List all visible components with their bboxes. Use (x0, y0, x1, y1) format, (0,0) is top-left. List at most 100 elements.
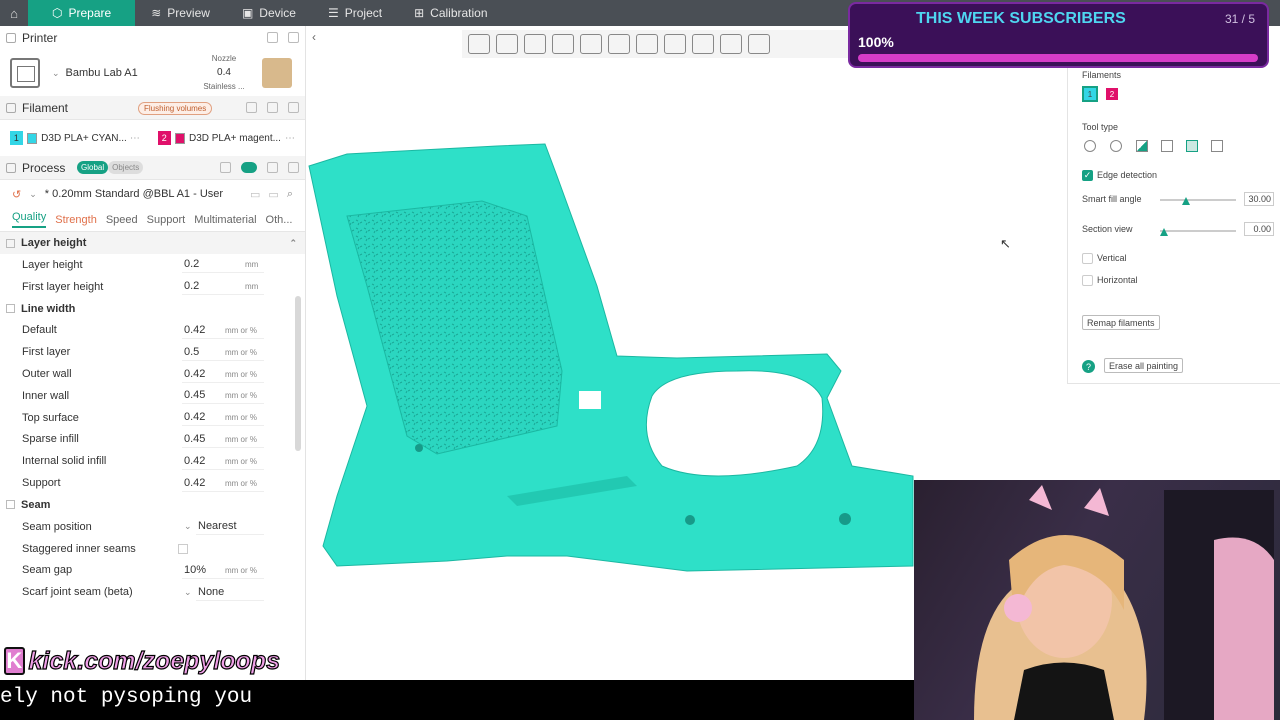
orient-icon[interactable] (524, 34, 546, 54)
printer-selector[interactable]: ⌄ Bambu Lab A1 Nozzle 0.4 Stainless ... (0, 50, 305, 96)
add-object-icon[interactable] (468, 34, 490, 54)
process-settings-icon[interactable] (288, 162, 299, 173)
erase-all-painting-button[interactable]: Erase all painting (1104, 358, 1184, 373)
triangle-brush-icon[interactable] (1136, 140, 1148, 152)
variable-layer-icon[interactable] (636, 34, 658, 54)
rotate-icon[interactable] (748, 34, 770, 54)
refresh-icon[interactable] (267, 32, 278, 43)
build-plate-icon[interactable] (262, 58, 292, 88)
nozzle-selector[interactable]: Nozzle 0.4 Stainless ... (196, 54, 252, 91)
add-plate-icon[interactable] (496, 34, 518, 54)
kick-logo-icon: K (4, 647, 25, 675)
param-seam-position: Seam position ⌄ Nearest (0, 516, 305, 538)
toggle-global[interactable]: Global (77, 161, 109, 174)
advanced-toggle[interactable] (241, 162, 257, 173)
filament-name-2[interactable]: D3D PLA+ magent... (189, 133, 281, 144)
remap-filaments-button[interactable]: Remap filaments (1082, 315, 1160, 330)
save-preset-icon[interactable]: ▭ (250, 188, 260, 201)
circle-brush-icon[interactable] (1084, 140, 1096, 152)
param-label: Default (22, 324, 57, 337)
tab-preview[interactable]: ≋ Preview (135, 0, 226, 26)
filament-more-icon-1[interactable]: ⋯ (130, 133, 140, 144)
param-label: First layer height (22, 280, 104, 293)
edge-detection-checkbox[interactable]: ✓ (1082, 170, 1093, 181)
home-icon[interactable]: ⌂ (0, 0, 28, 26)
tab-support[interactable]: Support (147, 214, 186, 226)
kick-channel-banner: K kick.com/zoepyloops (0, 645, 281, 677)
paint-filament-2[interactable]: 2 (1106, 88, 1118, 100)
height-range-icon[interactable] (1161, 140, 1173, 152)
smart-fill-angle-input[interactable]: 30.00 (1244, 192, 1274, 206)
subs-count: 31 / 5 (1224, 12, 1255, 26)
tab-multimaterial[interactable]: Multimaterial (194, 214, 256, 226)
collapse-sidebar-icon[interactable]: ‹ (312, 30, 316, 44)
move-icon[interactable] (720, 34, 742, 54)
section-view-input[interactable]: 0.00 (1244, 222, 1274, 236)
filament-add-icon[interactable] (246, 102, 257, 113)
assembly-icon[interactable] (664, 34, 686, 54)
compare-preset-icon[interactable]: ▭ (268, 188, 278, 201)
tab-others[interactable]: Oth... (266, 214, 293, 226)
filament-sync-icon[interactable] (267, 102, 278, 113)
tab-device[interactable]: ▣ Device (226, 0, 312, 26)
process-compare-icon[interactable] (267, 162, 278, 173)
global-objects-toggle[interactable]: Global Objects (77, 161, 144, 174)
printer-section-header: Printer (0, 26, 305, 50)
vertical-checkbox[interactable] (1082, 253, 1093, 264)
toggle-objects[interactable]: Objects (108, 161, 144, 174)
gear-icon[interactable] (220, 162, 231, 173)
group-seam[interactable]: Seam (0, 494, 305, 516)
group-layer-height[interactable]: Layer height ⌃ (0, 232, 305, 254)
filament-swatch-2[interactable] (174, 132, 185, 144)
process-section-label: Process (22, 160, 66, 175)
tab-strength[interactable]: Strength (55, 214, 97, 226)
param-unit: mm or % (225, 434, 257, 444)
arrange-icon[interactable] (552, 34, 574, 54)
tab-prepare[interactable]: ⬡ Prepare (28, 0, 136, 26)
param-staggered-inner-seams: Staggered inner seams (0, 538, 305, 560)
tab-quality[interactable]: Quality (12, 211, 47, 228)
sphere-brush-icon[interactable] (1110, 140, 1122, 152)
smart-fill-angle-slider[interactable] (1160, 199, 1236, 201)
filament-swatch-1[interactable] (26, 132, 38, 144)
left-panel-scrollbar[interactable] (295, 296, 301, 451)
tab-calibration[interactable]: ⊞ Calibration (398, 0, 503, 26)
process-preset-selector[interactable]: ↺ ⌄ * 0.20mm Standard @BBL A1 - User ▭ ▭… (0, 180, 305, 208)
collapse-icon[interactable]: ⌃ (289, 238, 297, 249)
filament-more-icon-2[interactable]: ⋯ (285, 133, 295, 144)
tab-project-label: Project (344, 6, 383, 20)
fill-tool-icon[interactable] (1186, 140, 1198, 152)
section-view-slider[interactable] (1160, 230, 1236, 232)
smart-fill-angle-knob[interactable] (1182, 197, 1190, 205)
flushing-volumes-button[interactable]: Flushing volumes (138, 102, 213, 115)
horizontal-checkbox[interactable] (1082, 275, 1093, 286)
split-parts-icon[interactable] (608, 34, 630, 54)
paint-filament-1[interactable]: 1 (1082, 86, 1098, 102)
printer-settings-icon[interactable] (288, 32, 299, 43)
printer-name: Bambu Lab A1 (65, 67, 138, 79)
pin-hole (839, 513, 851, 525)
undo-icon[interactable]: ↺ (12, 188, 21, 201)
staggered-seams-checkbox[interactable] (178, 543, 188, 554)
seam-position-dropdown[interactable]: Nearest (196, 518, 264, 536)
help-icon[interactable]: ? (1082, 360, 1095, 373)
search-icon[interactable]: ⌕ (287, 188, 293, 201)
subs-percent: 100% (858, 34, 894, 50)
subs-progress-bar (858, 54, 1258, 62)
scarf-joint-dropdown[interactable]: None (196, 584, 264, 601)
group-line-width[interactable]: Line width (0, 298, 305, 320)
tab-speed[interactable]: Speed (106, 214, 138, 226)
subs-title: THIS WEEK SUBSCRIBERS (916, 10, 1126, 27)
section-view-knob[interactable] (1160, 228, 1168, 236)
dropdown-chevron-icon: ⌄ (184, 521, 192, 532)
gap-fill-icon[interactable] (1211, 140, 1223, 152)
param-layer-height: Layer height 0.2 mm (0, 254, 305, 276)
param-outer-wall: Outer wall 0.42 mm or % (0, 363, 305, 385)
param-unit: mm or % (225, 413, 257, 423)
tab-project[interactable]: ☰ Project (312, 0, 398, 26)
filament-name-1[interactable]: D3D PLA+ CYAN... (41, 133, 126, 144)
filament-settings-icon[interactable] (288, 102, 299, 113)
calibration-icon: ⊞ (414, 6, 425, 20)
layers-tool-icon[interactable] (692, 34, 714, 54)
split-icon[interactable] (580, 34, 602, 54)
